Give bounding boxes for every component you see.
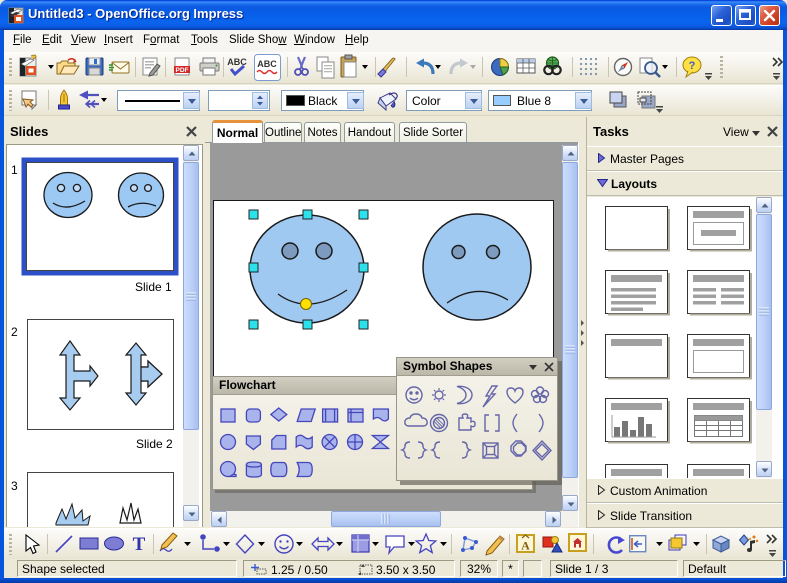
svg-text:2: 2 (11, 325, 18, 339)
svg-text:ABC: ABC (257, 59, 277, 69)
svg-text:3: 3 (11, 479, 18, 493)
svg-text:ABC: ABC (227, 57, 247, 67)
svg-text:Slide 1: Slide 1 (135, 280, 172, 294)
svg-text:Slide 2: Slide 2 (136, 437, 173, 451)
svg-text:1: 1 (11, 163, 18, 177)
svg-text:?: ? (689, 60, 696, 72)
svg-text:A: A (521, 539, 530, 553)
svg-text:T: T (133, 534, 146, 555)
svg-text:PDF: PDF (176, 67, 189, 74)
